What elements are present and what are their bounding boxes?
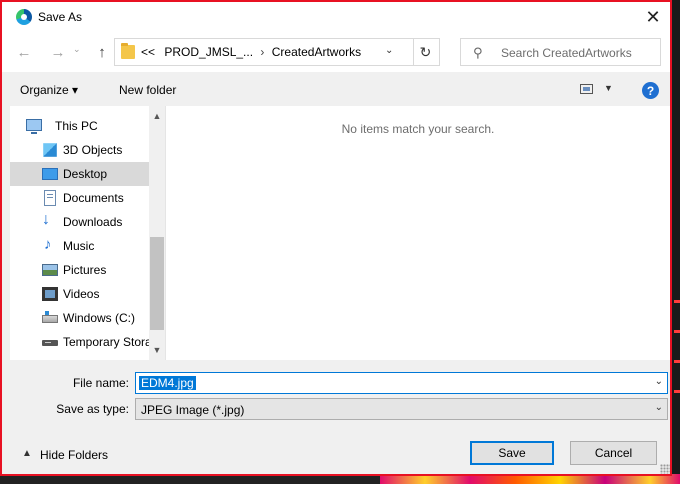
nav-label: Music — [63, 239, 95, 253]
up-folder-button[interactable]: ↑ — [92, 42, 112, 62]
empty-message: No items match your search. — [341, 122, 495, 136]
nav-item-downloads[interactable]: ↓ Downloads — [10, 210, 149, 234]
nav-item-desktop[interactable]: Desktop — [10, 162, 149, 186]
nav-item-this-pc[interactable]: This PC — [10, 114, 149, 138]
address-dropdown-icon[interactable]: ⌄ — [385, 45, 393, 56]
breadcrumb-createdartworks[interactable]: CreatedArtworks — [272, 45, 361, 59]
save-button[interactable]: Save — [470, 441, 554, 465]
nav-item-windows-c[interactable]: Windows (C:) — [10, 306, 149, 330]
save-as-dialog: Save As ✕ ← → ⌄ ↑ << PROD_JMSL_... › Cre… — [0, 0, 672, 476]
command-toolbar: Organize ▾ New folder ▼ ? — [2, 74, 670, 106]
savetype-label: Save as type: — [56, 402, 129, 416]
breadcrumb-overflow[interactable]: << — [141, 45, 155, 59]
downloads-icon: ↓ — [42, 211, 50, 228]
savetype-value: JPEG Image (*.jpg) — [141, 403, 245, 417]
address-row: ← → ⌄ ↑ << PROD_JMSL_... › CreatedArtwor… — [2, 32, 670, 72]
nav-label: Downloads — [63, 215, 123, 229]
search-placeholder: Search CreatedArtworks — [501, 46, 632, 60]
forward-button[interactable]: → — [48, 42, 68, 62]
close-button[interactable]: ✕ — [640, 4, 666, 30]
scroll-down-icon[interactable]: ▼ — [149, 342, 165, 358]
background-mark — [674, 360, 680, 363]
videos-icon — [42, 287, 58, 301]
hide-folders-label: Hide Folders — [40, 448, 109, 462]
nav-label: Documents — [63, 191, 124, 205]
nav-item-3d-objects[interactable]: 3D Objects — [10, 138, 149, 162]
refresh-button[interactable]: ↻ — [412, 38, 440, 66]
nav-label: Temporary Stora — [63, 335, 152, 349]
documents-icon — [44, 190, 56, 206]
filename-value: EDM4.jpg — [139, 376, 196, 390]
dialog-title: Save As — [38, 10, 83, 24]
breadcrumb-prod-jmsl[interactable]: PROD_JMSL_... — [164, 45, 253, 59]
filename-input[interactable]: EDM4.jpg ⌄ — [135, 372, 668, 394]
folder-icon — [121, 43, 135, 59]
music-icon: ♪ — [44, 236, 52, 253]
chevron-up-icon: ▲ — [22, 448, 32, 459]
scroll-up-icon[interactable]: ▲ — [149, 108, 165, 124]
breadcrumb-separator[interactable]: › — [260, 45, 264, 59]
this-pc-icon — [26, 119, 42, 134]
help-icon[interactable]: ? — [642, 82, 659, 99]
nav-label: 3D Objects — [63, 143, 123, 157]
nav-label: This PC — [55, 119, 98, 133]
cancel-button[interactable]: Cancel — [570, 441, 657, 465]
scrollbar-thumb[interactable] — [150, 237, 164, 330]
filename-label: File name: — [72, 376, 129, 390]
nav-label: Desktop — [63, 167, 108, 181]
view-dropdown-icon: ▼ — [604, 83, 613, 93]
nav-item-documents[interactable]: Documents — [10, 186, 149, 210]
nav-item-temporary-storage[interactable]: Temporary Stora — [10, 330, 152, 354]
navigation-pane: This PC 3D Objects Desktop Documents ↓ D… — [10, 106, 165, 360]
nav-label: Windows (C:) — [63, 311, 136, 325]
view-icon — [580, 84, 593, 94]
nav-item-pictures[interactable]: Pictures — [10, 258, 149, 282]
search-input[interactable]: ⚲ Search CreatedArtworks — [460, 38, 661, 66]
organize-menu[interactable]: Organize ▾ — [20, 83, 78, 97]
nav-label: Videos — [63, 287, 100, 301]
nav-item-music[interactable]: ♪ Music — [10, 234, 149, 258]
desktop-icon — [42, 168, 58, 180]
nav-item-videos[interactable]: Videos — [10, 282, 149, 306]
drive-icon — [42, 311, 58, 323]
change-view-button[interactable]: ▼ — [580, 83, 616, 97]
usb-drive-icon — [42, 340, 58, 346]
background-mark — [674, 330, 680, 333]
navigation-scrollbar[interactable]: ▲ ▼ — [149, 106, 165, 360]
background-mark — [674, 390, 680, 393]
title-bar: Save As ✕ — [2, 2, 670, 32]
breadcrumb: << PROD_JMSL_... › CreatedArtworks — [141, 45, 361, 59]
savetype-select[interactable]: JPEG Image (*.jpg) ⌄ — [135, 398, 668, 420]
recent-locations-icon[interactable]: ⌄ — [73, 44, 81, 55]
background-mark — [674, 300, 680, 303]
cube-icon — [43, 143, 57, 157]
edge-browser-icon — [16, 9, 32, 25]
filename-dropdown-icon[interactable]: ⌄ — [655, 376, 663, 387]
savetype-dropdown-icon: ⌄ — [654, 402, 663, 413]
address-bar[interactable]: << PROD_JMSL_... › CreatedArtworks ⌄ — [114, 38, 414, 66]
search-icon: ⚲ — [473, 45, 483, 60]
nav-label: Pictures — [63, 263, 107, 277]
file-list[interactable]: No items match your search. — [166, 106, 670, 360]
resize-grip[interactable] — [660, 464, 670, 474]
new-folder-button[interactable]: New folder — [119, 83, 176, 97]
pictures-icon — [42, 264, 58, 276]
back-button[interactable]: ← — [14, 42, 34, 62]
